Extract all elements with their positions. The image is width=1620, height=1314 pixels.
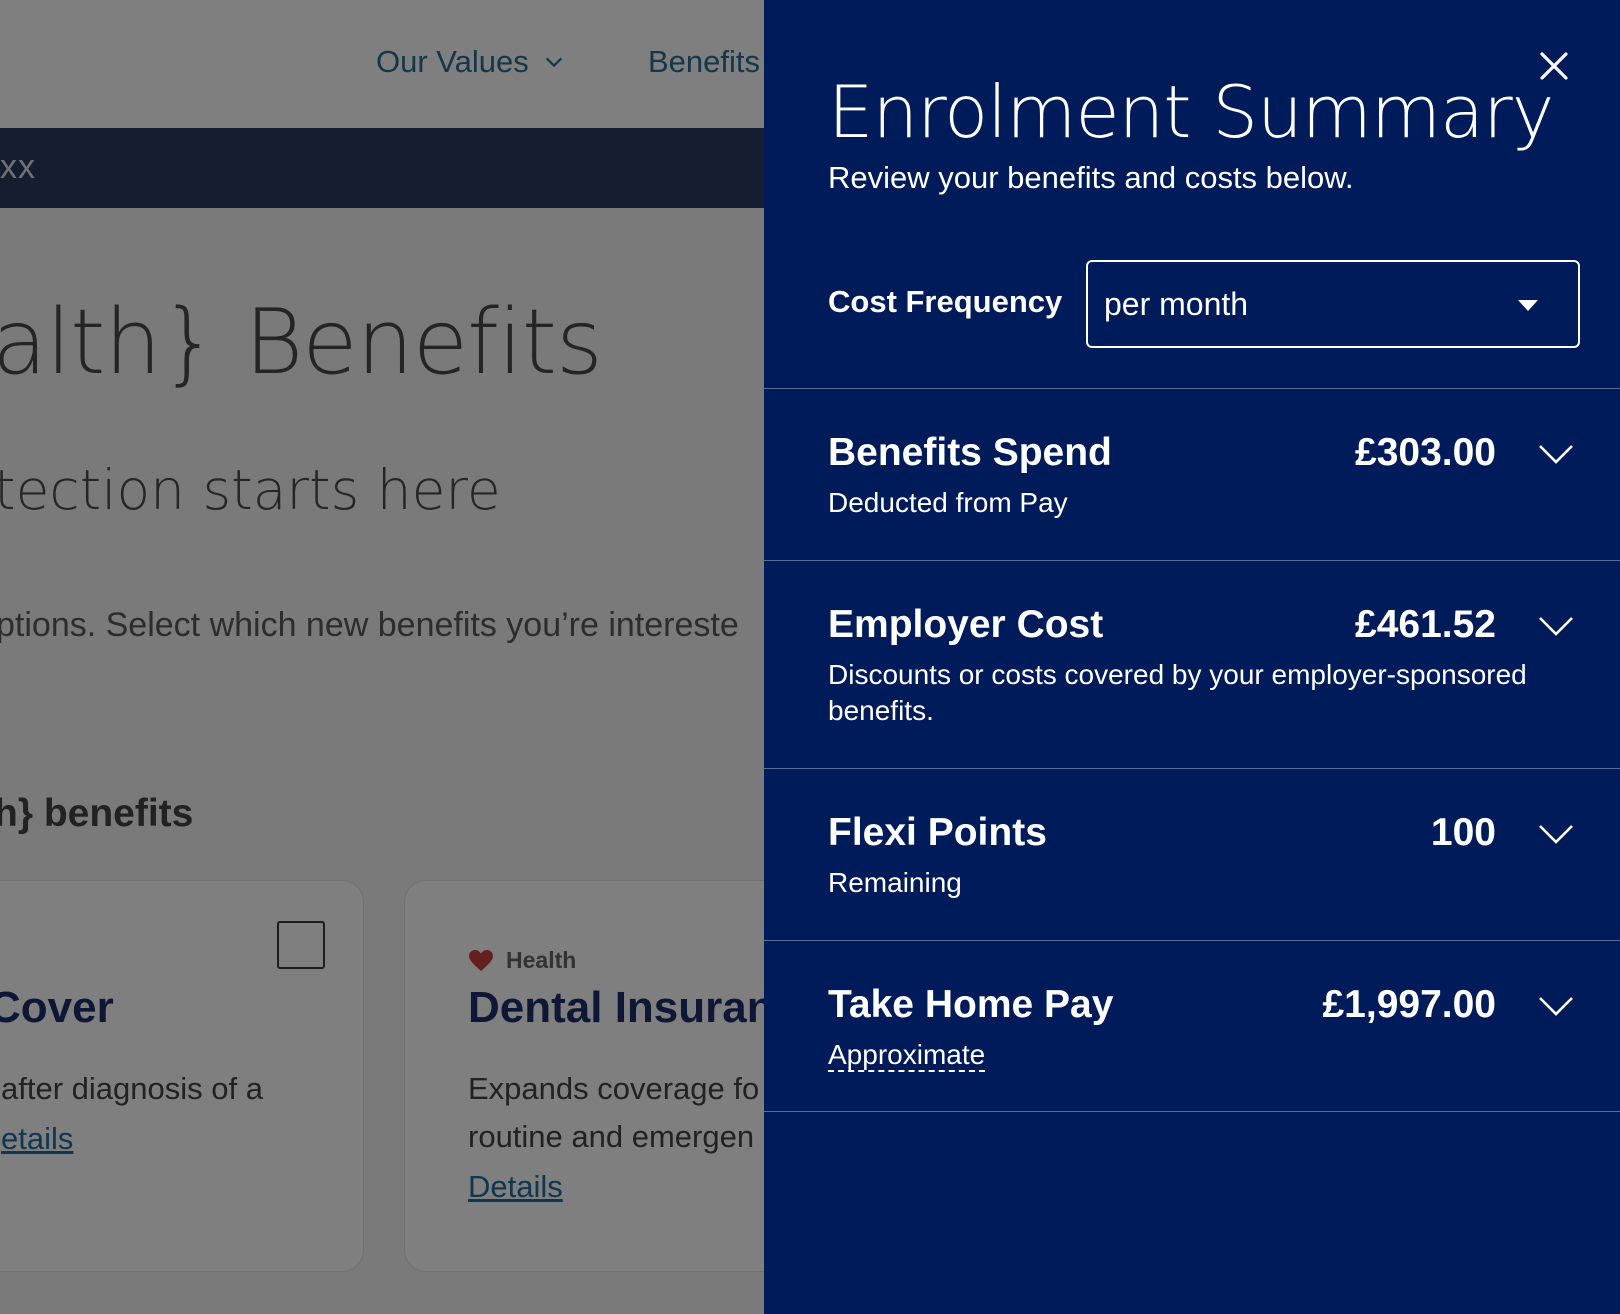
summary-row-benefits-spend[interactable]: Benefits Spend £303.00 Deducted from Pay — [764, 388, 1620, 560]
row-title: Employer Cost — [828, 603, 1104, 646]
row-description: Deducted from Pay — [828, 487, 1068, 518]
cost-frequency-label: Cost Frequency — [828, 284, 1063, 319]
summary-row-employer-cost[interactable]: Employer Cost £461.52 Discounts or costs… — [764, 560, 1620, 768]
row-title: Flexi Points — [828, 811, 1047, 854]
row-amount: £1,997.00 — [1322, 983, 1496, 1026]
cost-frequency-select[interactable]: per month — [1086, 260, 1580, 348]
chevron-down-icon[interactable] — [1538, 443, 1574, 465]
enrolment-summary-drawer: Enrolment Summary Review your benefits a… — [764, 0, 1620, 1314]
row-title: Take Home Pay — [828, 983, 1114, 1026]
cost-frequency-value: per month — [1104, 286, 1249, 322]
chevron-down-icon[interactable] — [1538, 823, 1574, 845]
drawer-title: Enrolment Summary — [828, 70, 1554, 154]
summary-row-take-home-pay[interactable]: Take Home Pay £1,997.00 Approximate — [764, 940, 1620, 1112]
row-description: Remaining — [828, 867, 962, 898]
row-amount: £461.52 — [1355, 603, 1496, 646]
chevron-down-icon[interactable] — [1538, 615, 1574, 637]
row-description: Discounts or costs covered by your emplo… — [828, 659, 1527, 726]
row-title: Benefits Spend — [828, 431, 1112, 474]
row-description: Approximate — [828, 1037, 1548, 1073]
row-amount: £303.00 — [1355, 431, 1496, 474]
chevron-down-icon[interactable] — [1538, 995, 1574, 1017]
row-amount: 100 — [1430, 811, 1496, 854]
summary-row-flexi-points[interactable]: Flexi Points 100 Remaining — [764, 768, 1620, 940]
caret-down-icon — [1518, 300, 1538, 311]
approximate-tooltip-trigger[interactable]: Approximate — [828, 1040, 986, 1072]
drawer-subtitle: Review your benefits and costs below. — [828, 160, 1354, 195]
